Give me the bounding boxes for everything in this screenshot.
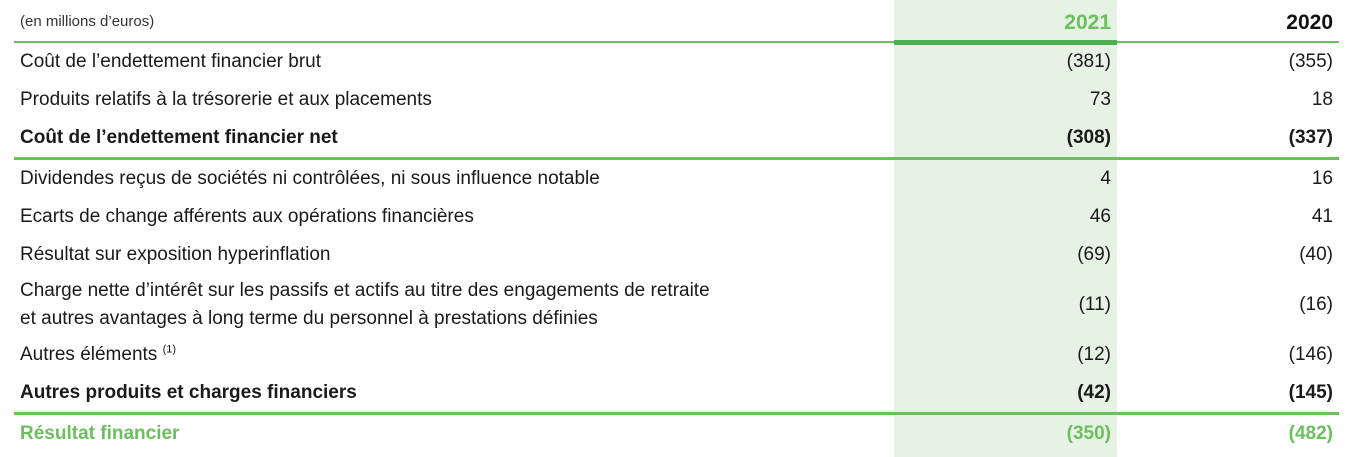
- row-label: Résultat financier: [20, 423, 180, 444]
- row-label: Dividendes reçus de sociétés ni contrôlé…: [20, 168, 600, 189]
- table-row: Autres éléments (1) (12) (146): [14, 336, 1339, 374]
- value-2021: (69): [1077, 244, 1111, 265]
- row-label: Résultat sur exposition hyperinflation: [20, 244, 331, 265]
- value-2021: (308): [1066, 127, 1111, 148]
- value-2021: 73: [1089, 89, 1111, 110]
- row-label: Autres produits et charges financiers: [20, 382, 357, 403]
- footnote-marker: (1): [162, 343, 177, 356]
- row-label: Coût de l’endettement financier brut: [20, 51, 322, 72]
- header-underline: [14, 41, 1339, 43]
- value-2020: (355): [1288, 51, 1333, 72]
- value-2021: 46: [1089, 206, 1111, 227]
- total-row: Résultat financier (350) (482): [14, 415, 1339, 453]
- unit-note: (en millions d’euros): [20, 13, 155, 30]
- value-2020: (145): [1288, 382, 1333, 403]
- row-label: Produits relatifs à la trésorerie et aux…: [20, 89, 432, 110]
- column-header-2020: 2020: [1286, 11, 1333, 34]
- row-label: Ecarts de change afférents aux opération…: [20, 206, 474, 227]
- table-row: Coût de l’endettement financier brut (38…: [14, 43, 1339, 81]
- value-2020: (482): [1288, 423, 1333, 444]
- value-2020: (40): [1299, 244, 1333, 265]
- row-label: Charge nette d’intérêt sur les passifs e…: [14, 277, 894, 333]
- subtotal-row: Autres produits et charges financiers (4…: [14, 374, 1339, 412]
- table-row: Dividendes reçus de sociétés ni contrôlé…: [14, 160, 1339, 198]
- value-2021: (350): [1066, 423, 1111, 444]
- row-label-text: Autres éléments: [20, 344, 158, 365]
- financial-result-table: (en millions d’euros) 2021 2020 Coût de …: [14, 0, 1339, 453]
- table-header: (en millions d’euros) 2021 2020: [14, 0, 1339, 43]
- header-underline-accent-2021: [894, 40, 1117, 45]
- value-2020: 16: [1311, 168, 1333, 189]
- row-label: Coût de l’endettement financier net: [20, 127, 338, 148]
- table-row: Résultat sur exposition hyperinflation (…: [14, 236, 1339, 274]
- row-label: Autres éléments (1): [14, 341, 894, 369]
- value-2021: (381): [1066, 51, 1111, 72]
- value-2020: (16): [1299, 294, 1333, 315]
- table-row: Produits relatifs à la trésorerie et aux…: [14, 81, 1339, 119]
- row-label-line1: Charge nette d’intérêt sur les passifs e…: [20, 280, 710, 301]
- table-row: Ecarts de change afférents aux opération…: [14, 198, 1339, 236]
- value-2021: (12): [1077, 344, 1111, 365]
- value-2021: 4: [1100, 168, 1111, 189]
- subtotal-row: Coût de l’endettement financier net (308…: [14, 119, 1339, 157]
- table-row: Charge nette d’intérêt sur les passifs e…: [14, 274, 1339, 336]
- value-2021: (11): [1078, 294, 1111, 315]
- value-2020: 18: [1311, 89, 1333, 110]
- row-label-line2: et autres avantages à long terme du pers…: [20, 308, 598, 329]
- value-2020: (337): [1288, 127, 1333, 148]
- value-2020: (146): [1288, 344, 1333, 365]
- column-header-2021: 2021: [1064, 11, 1111, 34]
- value-2020: 41: [1311, 206, 1333, 227]
- value-2021: (42): [1077, 382, 1111, 403]
